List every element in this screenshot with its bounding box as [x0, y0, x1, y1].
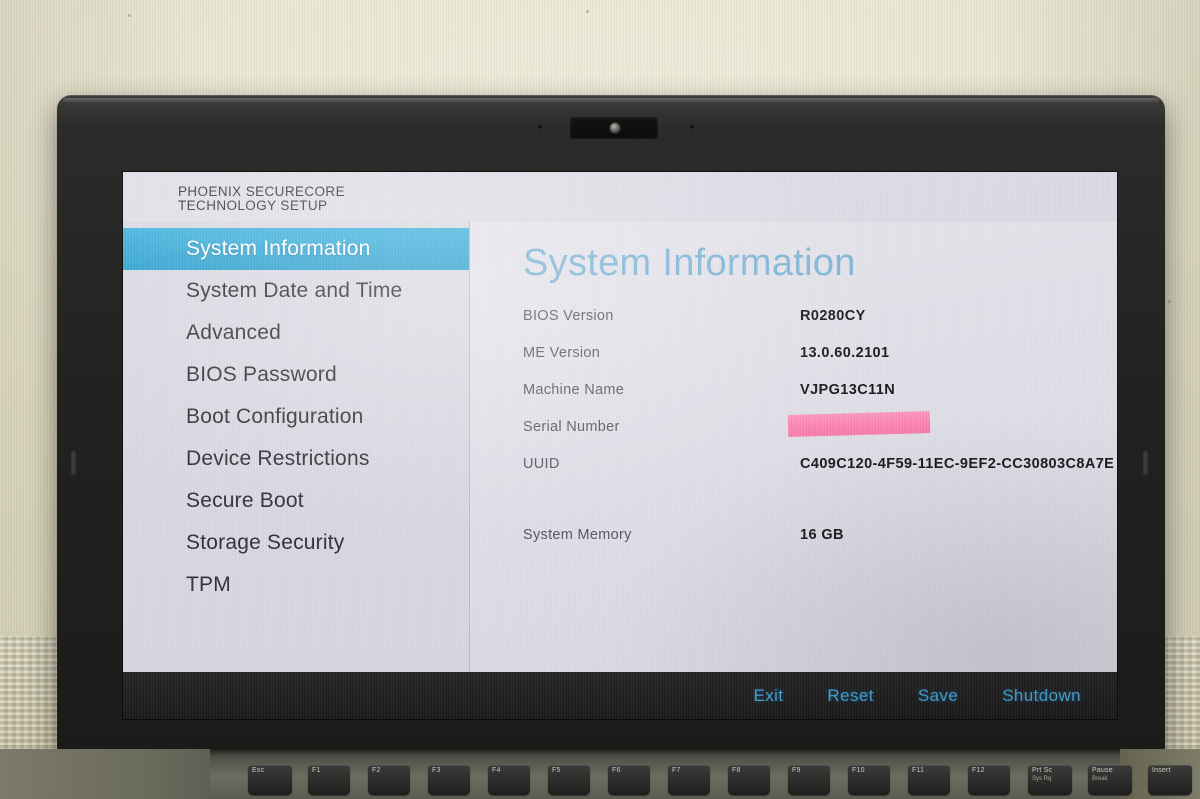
key-f2[interactable]: F2	[368, 765, 410, 795]
sidebar-item-label: BIOS Password	[186, 363, 337, 386]
sidebar-item-system-information[interactable]: System Information	[123, 228, 469, 270]
bios-brand: PHOENIX SECURECORE TECHNOLOGY SETUP	[178, 184, 345, 214]
webcam-module	[570, 117, 658, 139]
key-label: F8	[732, 767, 741, 774]
bios-sidebar: System Information System Date and Time Ad…	[123, 222, 470, 719]
sidebar-item-tpm[interactable]: TPM	[123, 564, 469, 606]
sidebar-item-label: Boot Configuration	[186, 405, 364, 428]
wall-speck	[128, 14, 131, 17]
sidebar-item-label: Storage Security	[186, 531, 345, 554]
info-value: R0280CY	[800, 308, 866, 324]
key-label: F9	[792, 767, 801, 774]
shutdown-button[interactable]: Shutdown	[1002, 686, 1081, 706]
photo-scene: PHOENIX SECURECORE TECHNOLOGY SETUP Syst…	[0, 0, 1200, 799]
info-row: BIOS Version R0280CY	[470, 308, 1117, 332]
sidebar-item-label: Advanced	[186, 321, 282, 344]
info-label: System Memory	[523, 527, 632, 543]
brand-line-1: PHOENIX SECURECORE	[178, 184, 345, 199]
key-f1[interactable]: F1	[308, 765, 350, 795]
key-f12[interactable]: F12	[968, 765, 1010, 795]
key-label: F6	[612, 767, 621, 774]
key-label: F3	[432, 767, 441, 774]
microphone-hole-right	[690, 125, 694, 129]
key-label: Esc	[252, 767, 265, 774]
key-label: Prt Sc	[1032, 767, 1053, 774]
key-sublabel: Sys Rq	[1032, 776, 1052, 782]
info-label: Machine Name	[523, 382, 625, 398]
info-label: BIOS Version	[523, 308, 614, 324]
bios-setup-ui: PHOENIX SECURECORE TECHNOLOGY SETUP Syst…	[123, 172, 1117, 719]
sidebar-item-label: Device Restrictions	[186, 447, 370, 470]
key-pause[interactable]: Pause Break	[1088, 765, 1132, 795]
key-label: F10	[852, 767, 865, 774]
sidebar-item-secure-boot[interactable]: Secure Boot	[123, 480, 469, 522]
key-label: Pause	[1092, 767, 1113, 774]
sidebar-item-bios-password[interactable]: BIOS Password	[123, 354, 469, 396]
lid-top-edge	[63, 98, 1159, 103]
laptop-lid: PHOENIX SECURECORE TECHNOLOGY SETUP Syst…	[57, 95, 1165, 752]
key-label: F5	[552, 767, 561, 774]
key-label: F1	[312, 767, 321, 774]
save-button[interactable]: Save	[918, 686, 958, 706]
key-label: F12	[972, 767, 985, 774]
reset-button[interactable]: Reset	[827, 686, 873, 706]
info-row: UUID C409C120-4F59-11EC-9EF2-CC30803C8A7E	[470, 456, 1117, 480]
key-f3[interactable]: F3	[428, 765, 470, 795]
brand-line-2: TECHNOLOGY SETUP	[178, 198, 328, 214]
laptop-keyboard-deck: Esc F1 F2 F3 F4 F5 F6 F7 F8 F9 F10 F11 F12 Prt Sc Sys …	[0, 749, 1200, 799]
serial-number-redaction	[787, 411, 931, 437]
key-prt-sc[interactable]: Prt Sc Sys Rq	[1028, 765, 1072, 795]
info-value: C409C120-4F59-11EC-9EF2-CC30803C8A7E	[800, 456, 1115, 472]
info-label: ME Version	[523, 345, 601, 361]
key-label: F7	[672, 767, 681, 774]
sidebar-item-system-date-and-time[interactable]: System Date and Time	[123, 270, 469, 312]
page-title: System Information	[523, 242, 856, 284]
key-f7[interactable]: F7	[668, 765, 710, 795]
info-value: VJPG13C11N	[800, 382, 896, 398]
key-f9[interactable]: F9	[788, 765, 830, 795]
key-f5[interactable]: F5	[548, 765, 590, 795]
info-row: Serial Number	[470, 411, 1117, 443]
info-label: UUID	[523, 456, 560, 472]
laptop-screen: PHOENIX SECURECORE TECHNOLOGY SETUP Syst…	[123, 172, 1117, 719]
key-sublabel: Break	[1092, 776, 1108, 782]
key-f11[interactable]: F11	[908, 765, 950, 795]
key-esc[interactable]: Esc	[248, 765, 292, 795]
info-row: Machine Name VJPG13C11N	[470, 382, 1117, 406]
bezel-bumper-left	[71, 450, 78, 476]
microphone-hole-left	[538, 125, 542, 129]
info-row: ME Version 13.0.60.2101	[470, 345, 1117, 369]
info-value: 16 GB	[800, 527, 844, 543]
bios-content-pane: System Information BIOS Version R0280CY ME…	[470, 222, 1117, 719]
key-label: F4	[492, 767, 501, 774]
sidebar-item-label: TPM	[186, 573, 231, 596]
wall-speck	[586, 10, 589, 13]
sidebar-item-device-restrictions[interactable]: Device Restrictions	[123, 438, 469, 480]
sidebar-item-label: Secure Boot	[186, 489, 304, 512]
sidebar-item-advanced[interactable]: Advanced	[123, 312, 469, 354]
exit-button[interactable]: Exit	[753, 686, 783, 706]
info-label: Serial Number	[523, 419, 620, 435]
sidebar-item-storage-security[interactable]: Storage Security	[123, 522, 469, 564]
info-value: 13.0.60.2101	[800, 345, 890, 361]
key-f8[interactable]: F8	[728, 765, 770, 795]
key-label: F11	[912, 767, 925, 774]
webcam-lens-icon	[610, 123, 620, 133]
key-label: Insert	[1152, 767, 1171, 774]
bezel-bumper-right	[1143, 450, 1150, 476]
bios-footer-actions: Exit Reset Save Shutdown	[123, 672, 1117, 719]
key-label: F2	[372, 767, 381, 774]
sidebar-item-boot-configuration[interactable]: Boot Configuration	[123, 396, 469, 438]
key-f6[interactable]: F6	[608, 765, 650, 795]
sidebar-item-label: System Information	[186, 237, 371, 260]
deck-left-surface	[0, 749, 210, 799]
key-f4[interactable]: F4	[488, 765, 530, 795]
info-row: System Memory 16 GB	[470, 527, 1117, 551]
wall-speck	[1168, 300, 1171, 303]
sidebar-item-label: System Date and Time	[186, 279, 403, 302]
key-insert[interactable]: Insert	[1148, 765, 1192, 795]
key-f10[interactable]: F10	[848, 765, 890, 795]
